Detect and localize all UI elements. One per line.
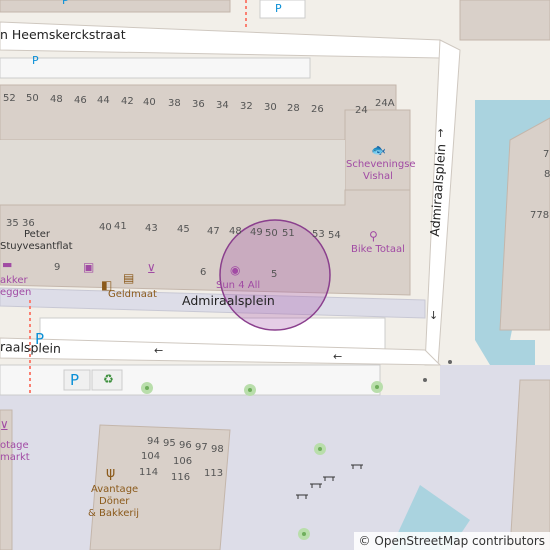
house-number: 30	[264, 102, 277, 113]
house-number: 9	[54, 262, 61, 273]
house-number: 43	[145, 223, 158, 234]
parking-bottom	[0, 364, 381, 396]
fast-food-icon[interactable]: ψ	[106, 466, 115, 480]
house-number: 40	[143, 97, 156, 108]
poi-label-avantage[interactable]: Avantage	[91, 485, 138, 495]
house-number: 47	[207, 226, 220, 237]
house-number: 44	[97, 95, 110, 106]
poi-label-avantage-line2[interactable]: Döner	[99, 497, 129, 507]
shopping-cart-icon[interactable]: ⊻	[0, 420, 9, 432]
house-number: 35	[6, 218, 19, 229]
fish-icon[interactable]: 🐟	[371, 144, 386, 156]
house-number: 80	[544, 169, 550, 180]
house-number: 45	[177, 224, 190, 235]
building-top-right	[459, 0, 550, 41]
house-number: 42	[121, 96, 134, 107]
parking-label: P	[35, 330, 45, 348]
house-number: 116	[171, 472, 191, 483]
poi-label-bakker-line2[interactable]: eggen	[0, 288, 31, 298]
house-number: 54	[328, 230, 341, 241]
house-number: 95	[163, 438, 176, 449]
house-number: 98	[211, 444, 224, 455]
house-number: 48	[50, 94, 63, 105]
house-number: 104	[141, 451, 161, 462]
parking-top	[259, 0, 306, 19]
house-number: 24	[355, 105, 368, 116]
house-number: 51	[282, 228, 295, 239]
kiosk-icon	[448, 360, 452, 364]
poi-label-left[interactable]: otage	[0, 441, 29, 451]
map-view[interactable]: n Heemskerckstraat Admiraalsplein raalsp…	[0, 0, 550, 550]
house-number: 36	[22, 218, 35, 229]
bakery-icon[interactable]: ▬	[2, 259, 12, 270]
attribution-link[interactable]: OpenStreetMap contributors	[374, 534, 545, 548]
shopping-cart-icon[interactable]: ⊻	[147, 263, 156, 275]
house-number: 778	[530, 210, 550, 221]
oneway-arrow: ←	[333, 350, 343, 363]
house-number: 50	[26, 93, 39, 104]
eye-icon[interactable]: ◉	[230, 264, 240, 276]
house-number: 41	[114, 221, 127, 232]
oneway-arrow: ↓	[429, 309, 439, 322]
recycling-icon[interactable]: ♻	[103, 373, 114, 385]
building-top-left	[0, 0, 231, 13]
house-number: 96	[179, 440, 192, 451]
oneway-arrow: ←	[154, 344, 164, 357]
copyright-symbol: ©	[358, 534, 371, 548]
parking-strip	[0, 57, 311, 79]
house-number: 46	[74, 95, 87, 106]
parking-label: P	[62, 0, 69, 7]
bicycle-icon[interactable]: ⚲	[369, 230, 378, 242]
house-number: 28	[287, 103, 300, 114]
house-number: 106	[173, 456, 193, 467]
house-number: 34	[216, 100, 229, 111]
parking-label: P	[32, 54, 39, 67]
house-number: 52	[3, 93, 16, 104]
house-number: 49	[250, 227, 263, 238]
oneway-arrow: ↑	[436, 127, 446, 140]
house-number: 53	[312, 229, 325, 240]
house-number: 77	[543, 149, 550, 160]
house-number: 94	[147, 436, 160, 447]
poi-label-vishal-line2[interactable]: Vishal	[363, 172, 393, 182]
poi-label-left-line2[interactable]: markt	[0, 453, 30, 463]
house-number: 38	[168, 98, 181, 109]
house-number: 36	[192, 99, 205, 110]
street-label-admiraalsplein: Admiraalsplein	[182, 293, 275, 308]
house-number: 40	[99, 222, 112, 233]
poi-label-bike-totaal[interactable]: Bike Totaal	[351, 245, 405, 255]
poi-label-bakker[interactable]: akker	[0, 276, 28, 286]
house-number: 32	[240, 101, 253, 112]
poi-label-geldmaat[interactable]: Geldmaat	[108, 290, 157, 300]
parking-label-bottom: P	[70, 371, 80, 389]
building-name: Peter	[24, 229, 51, 240]
house-number: 114	[139, 467, 159, 478]
atm-icon[interactable]: ▤	[123, 272, 134, 284]
street-label-heemskerckstraat: n Heemskerckstraat	[0, 27, 126, 42]
poi-label-avantage-line3[interactable]: & Bakkerij	[88, 509, 139, 519]
house-number: 97	[195, 442, 208, 453]
street-label-admiraalsplein-left: raalsplein	[0, 338, 62, 357]
gift-icon[interactable]: ▣	[83, 261, 94, 273]
parking-label: P	[275, 2, 282, 15]
poi-label-sun-4-all[interactable]: Sun 4 All	[216, 281, 260, 291]
house-number: 26	[311, 104, 324, 115]
house-number: 6	[200, 267, 207, 278]
building-name: Stuyvesantflat	[0, 241, 73, 252]
house-number: 50	[265, 228, 278, 239]
house-number: 24A	[375, 98, 395, 109]
poi-label-vishal[interactable]: Scheveningse	[346, 160, 416, 170]
house-number: 5	[271, 269, 278, 280]
house-number: 113	[204, 468, 224, 479]
house-number: 48	[229, 226, 242, 237]
map-attribution[interactable]: © OpenStreetMap contributors	[353, 532, 550, 550]
